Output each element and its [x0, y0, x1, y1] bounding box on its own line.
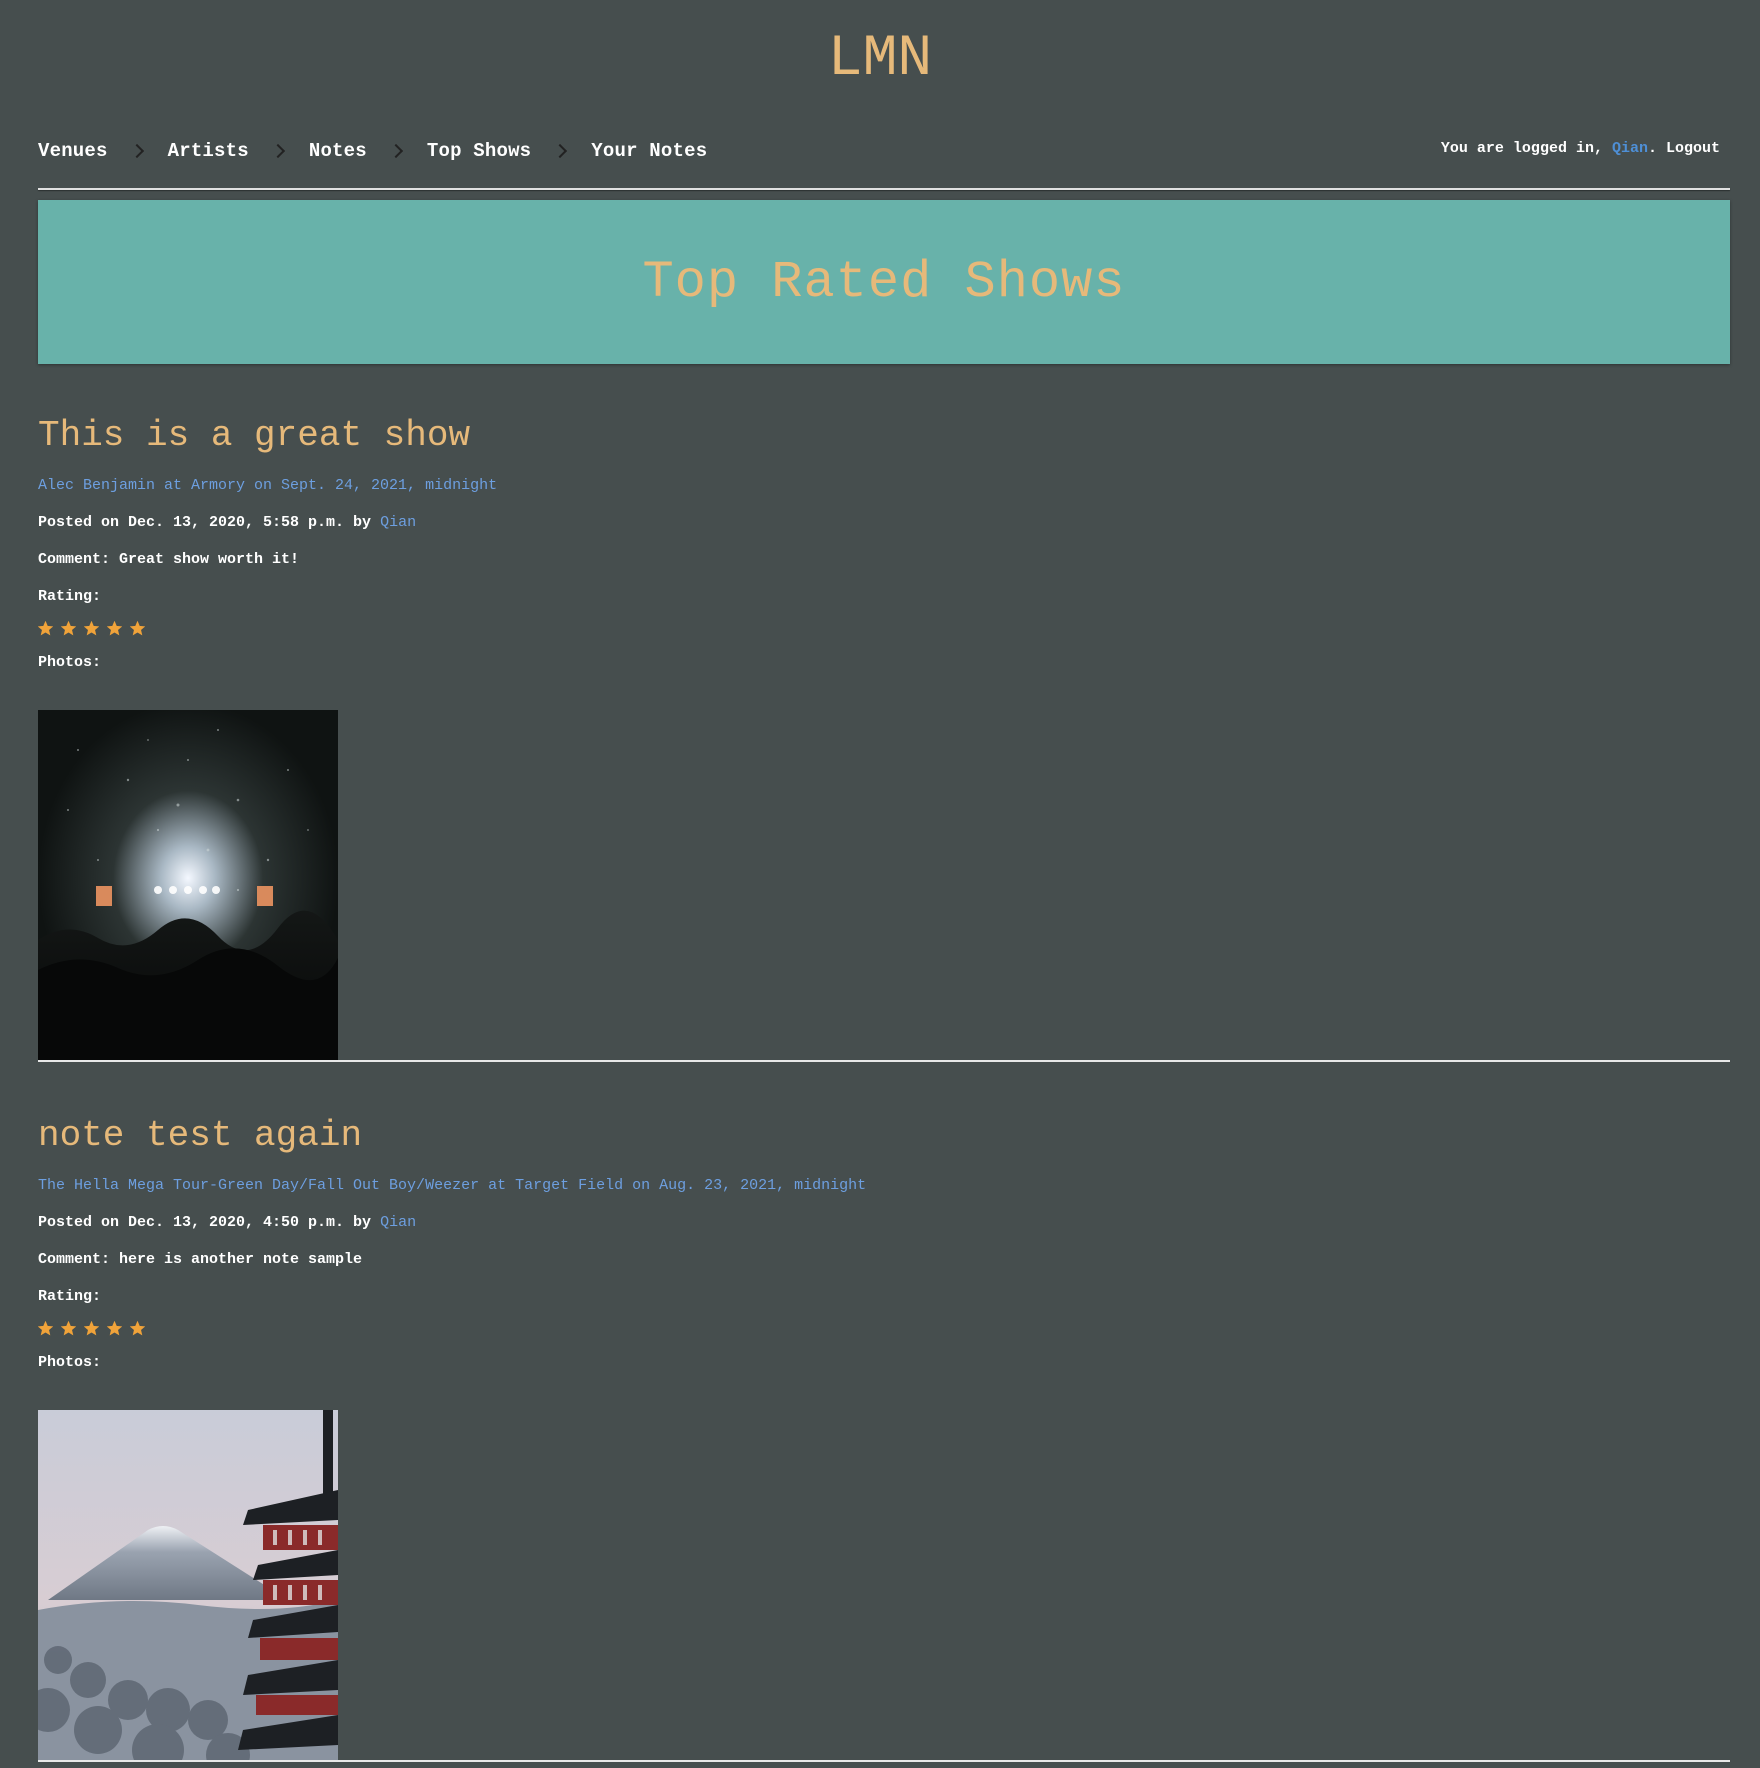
nav-artists[interactable]: Artists: [168, 140, 249, 162]
star-icon: [61, 1320, 76, 1335]
star-rating: [38, 619, 1730, 637]
star-icon: [107, 1320, 122, 1335]
note-card: This is a great show Alec Benjamin at Ar…: [38, 414, 1730, 1062]
header-divider: [38, 188, 1730, 190]
logout-link[interactable]: Logout: [1666, 140, 1720, 157]
photos-label: Photos:: [38, 1354, 102, 1371]
posted-text: Posted on Dec. 13, 2020, 4:50 p.m. by: [38, 1214, 381, 1231]
star-icon: [130, 620, 145, 635]
star-icon: [61, 620, 76, 635]
chevron-right-icon: [270, 143, 285, 159]
show-link[interactable]: The Hella Mega Tour-Green Day/Fall Out B…: [38, 1176, 1730, 1196]
star-icon: [84, 620, 99, 635]
login-suffix: .: [1647, 140, 1666, 157]
note-card: note test again The Hella Mega Tour-Gree…: [38, 1114, 1730, 1762]
star-icon: [84, 1320, 99, 1335]
site-title: LMN: [827, 27, 933, 92]
nav-notes[interactable]: Notes: [309, 140, 367, 162]
nav-your-notes[interactable]: Your Notes: [591, 140, 707, 162]
star-rating: [38, 1319, 1730, 1337]
chevron-right-icon: [553, 143, 568, 159]
posted-info: Posted on Dec. 13, 2020, 5:58 p.m. by Qi…: [38, 513, 1730, 533]
nav-venues[interactable]: Venues: [38, 140, 108, 162]
login-username-link[interactable]: Qian: [1612, 140, 1648, 157]
concert-photo[interactable]: [38, 710, 338, 1060]
posted-text: Posted on Dec. 13, 2020, 5:58 p.m. by: [38, 514, 381, 531]
login-prefix: You are logged in,: [1440, 140, 1612, 157]
star-icon: [130, 1320, 145, 1335]
note-comment: Comment: Great show worth it!: [38, 551, 300, 568]
chevron-right-icon: [129, 143, 144, 159]
note-comment: Comment: here is another note sample: [38, 1251, 363, 1268]
nav-top-shows[interactable]: Top Shows: [427, 140, 531, 162]
note-divider: [38, 1760, 1730, 1762]
note-divider: [38, 1060, 1730, 1062]
star-icon: [38, 1320, 53, 1335]
rating-label: Rating:: [38, 1288, 102, 1305]
note-title: This is a great show: [38, 415, 471, 456]
page-banner: Top Rated Shows: [38, 200, 1730, 364]
main-nav: Venues Artists Notes Top Shows Your Note…: [38, 136, 707, 166]
chevron-right-icon: [388, 143, 403, 159]
rating-label: Rating:: [38, 588, 102, 605]
posted-user-link[interactable]: Qian: [380, 514, 416, 531]
mountain-pagoda-photo[interactable]: [38, 1410, 338, 1760]
posted-user-link[interactable]: Qian: [380, 1214, 416, 1231]
show-link[interactable]: Alec Benjamin at Armory on Sept. 24, 202…: [38, 476, 1730, 496]
posted-info: Posted on Dec. 13, 2020, 4:50 p.m. by Qi…: [38, 1213, 1730, 1233]
login-status: You are logged in, Qian. Logout: [1441, 138, 1720, 160]
photos-label: Photos:: [38, 654, 102, 671]
note-title: note test again: [38, 1115, 363, 1156]
star-icon: [107, 620, 122, 635]
star-icon: [38, 620, 53, 635]
page-title: Top Rated Shows: [642, 252, 1126, 312]
